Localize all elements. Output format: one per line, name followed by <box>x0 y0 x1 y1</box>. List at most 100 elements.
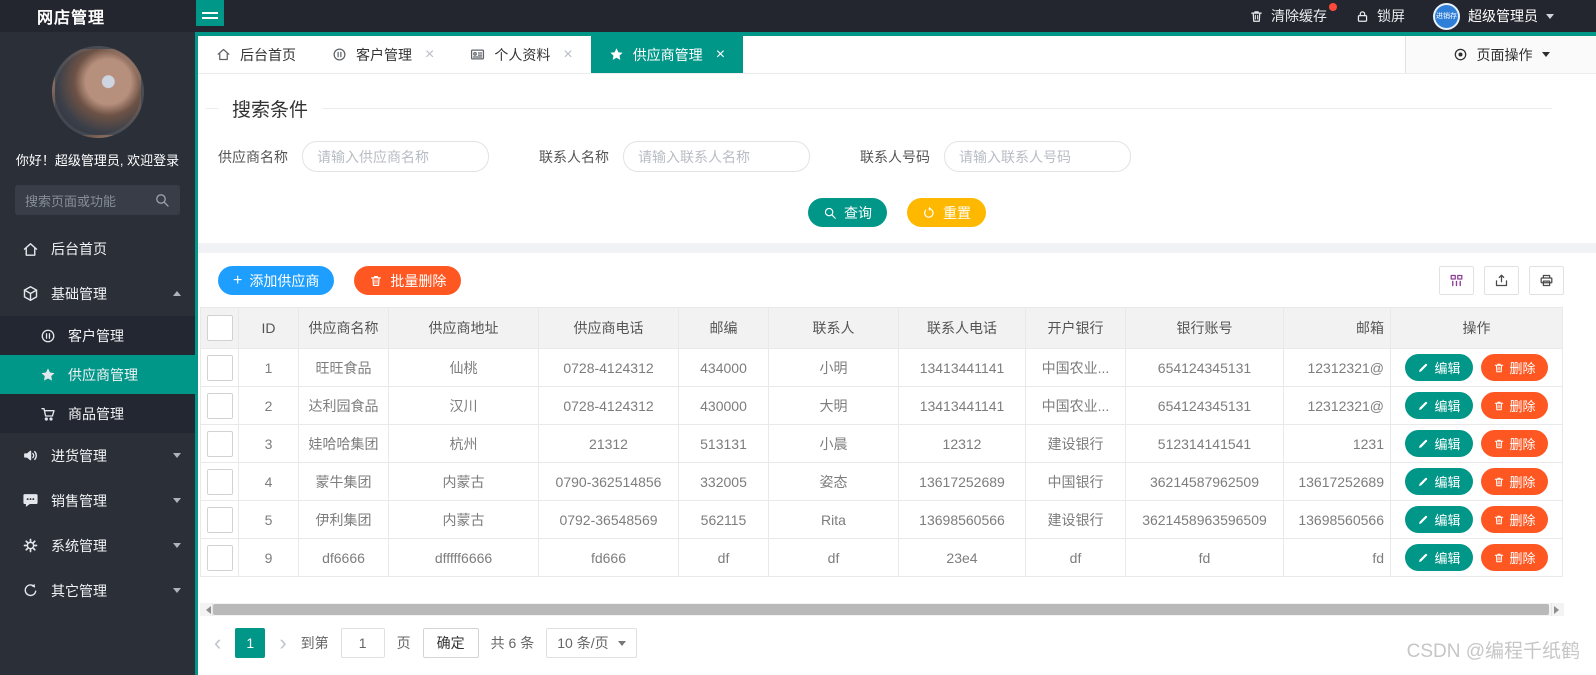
query-button[interactable]: 查询 <box>808 198 887 227</box>
sidebar-item-供应商管理[interactable]: 供应商管理 <box>0 355 195 394</box>
star-icon <box>609 47 624 62</box>
cell-contact: 小明 <box>768 348 899 387</box>
collapse-menu-button[interactable] <box>196 0 224 26</box>
tab-后台首页[interactable]: 后台首页 <box>198 36 314 73</box>
edit-button[interactable]: 编辑 <box>1405 430 1473 457</box>
tab-供应商管理[interactable]: 供应商管理 × <box>590 36 744 73</box>
scroll-left-arrow[interactable] <box>200 603 213 616</box>
sidebar-item-后台首页[interactable]: 后台首页 <box>0 227 195 271</box>
input-供应商名称[interactable] <box>302 141 489 172</box>
sidebar-item-其它管理[interactable]: 其它管理 <box>0 568 195 613</box>
row-checkbox[interactable] <box>206 544 233 571</box>
delete-button[interactable]: 删除 <box>1480 354 1548 381</box>
tab-客户管理[interactable]: 客户管理 × <box>314 36 452 73</box>
star-icon <box>40 367 56 383</box>
edit-button[interactable]: 编辑 <box>1405 392 1473 419</box>
cell-email: fd <box>1283 538 1391 577</box>
page-actions-menu[interactable]: 页面操作 <box>1405 36 1596 73</box>
scrollbar-thumb[interactable] <box>213 604 1549 615</box>
table-row: 1 旺旺食品 仙桃 0728-4124312 434000 小明 13413441141 中国… <box>200 348 1563 387</box>
cell-name: 娃哈哈集团 <box>298 424 389 463</box>
column-header: 供应商地址 <box>388 307 539 349</box>
close-icon[interactable]: × <box>425 46 434 64</box>
select-all-checkbox[interactable] <box>206 315 233 341</box>
cell-contact_phone: 13413441141 <box>898 348 1026 387</box>
cell-phone: 0728-4124312 <box>538 348 679 387</box>
prev-page-button[interactable]: ‹ <box>212 632 223 654</box>
goto-page-input[interactable] <box>340 628 385 658</box>
table-row: 2 达利园食品 汉川 0728-4124312 430000 大明 13413441141 中… <box>200 386 1563 425</box>
row-checkbox[interactable] <box>206 430 233 457</box>
delete-button[interactable]: 删除 <box>1480 430 1548 457</box>
sidebar-item-系统管理[interactable]: 系统管理 <box>0 523 195 568</box>
next-page-button[interactable]: › <box>277 632 288 654</box>
delete-button[interactable]: 删除 <box>1480 468 1548 495</box>
plus-icon: + <box>233 271 243 289</box>
filter-columns-icon <box>1449 273 1464 288</box>
tool-export-button[interactable] <box>1484 266 1519 295</box>
delete-button[interactable]: 删除 <box>1480 392 1548 419</box>
cell-actions: 编辑 删除 <box>1390 424 1563 463</box>
sidebar-item-客户管理[interactable]: 客户管理 <box>0 316 195 355</box>
delete-button[interactable]: 删除 <box>1480 506 1548 533</box>
field-联系人号码: 联系人号码 <box>860 141 1131 172</box>
pencil-icon <box>1417 362 1429 374</box>
confirm-page-button[interactable]: 确定 <box>422 628 479 658</box>
cell-address: 汉川 <box>388 386 539 425</box>
reset-button[interactable]: 重置 <box>907 198 986 227</box>
sidebar-item-基础管理[interactable]: 基础管理 <box>0 271 195 316</box>
sidebar-item-进货管理[interactable]: 进货管理 <box>0 433 195 478</box>
row-checkbox[interactable] <box>206 392 233 419</box>
clear-cache-button[interactable]: 清除缓存 <box>1249 3 1337 26</box>
total-count: 共 6 条 <box>490 635 535 651</box>
search-icon <box>154 192 170 208</box>
current-page-button[interactable]: 1 <box>235 628 266 658</box>
header-actions: 清除缓存 锁屏 进销存 超级管理员 <box>1249 2 1596 30</box>
batch-delete-button[interactable]: 批量删除 <box>354 266 462 295</box>
section-divider <box>198 243 1596 253</box>
tool-filter-columns-button[interactable] <box>1439 266 1474 295</box>
row-checkbox[interactable] <box>206 506 233 533</box>
close-icon[interactable]: × <box>716 46 725 64</box>
cell-bank: 建设银行 <box>1025 500 1126 539</box>
trash-icon <box>1249 9 1264 24</box>
idcard-icon <box>470 47 485 62</box>
delete-button[interactable]: 删除 <box>1480 544 1548 571</box>
cell-contact: df <box>768 538 899 577</box>
cell-address: 内蒙古 <box>388 500 539 539</box>
cell-bank: 建设银行 <box>1025 424 1126 463</box>
cell-email: 12312321@ <box>1283 348 1391 387</box>
lock-screen-button[interactable]: 锁屏 <box>1355 6 1405 26</box>
close-icon[interactable]: × <box>563 46 572 64</box>
edit-button[interactable]: 编辑 <box>1405 544 1473 571</box>
input-联系人名称[interactable] <box>623 141 810 172</box>
input-联系人号码[interactable] <box>944 141 1131 172</box>
cell-phone: 0728-4124312 <box>538 386 679 425</box>
sidebar-search-input[interactable]: 搜索页面或功能 <box>15 185 180 215</box>
sidebar-item-销售管理[interactable]: 销售管理 <box>0 478 195 523</box>
cell-email: 13698560566 <box>1283 500 1391 539</box>
cube-icon <box>22 285 39 302</box>
row-checkbox[interactable] <box>206 468 233 495</box>
table-row: 9 df6666 dfffff6666 fd666 df df 23e4 df fd fd 编辑 删除 <box>200 538 1563 577</box>
cell-contact: 小晨 <box>768 424 899 463</box>
row-checkbox[interactable] <box>206 354 233 381</box>
sidebar-item-商品管理[interactable]: 商品管理 <box>0 394 195 433</box>
page-size-select[interactable]: 10 条/页 <box>546 628 637 658</box>
user-menu[interactable]: 进销存 超级管理员 <box>1433 2 1554 30</box>
cell-actions: 编辑 删除 <box>1390 500 1563 539</box>
cell-name: 旺旺食品 <box>298 348 389 387</box>
goto-label: 到第 <box>300 635 329 651</box>
cell-phone: 21312 <box>538 424 679 463</box>
edit-button[interactable]: 编辑 <box>1405 506 1473 533</box>
add-supplier-button[interactable]: + 添加供应商 <box>218 266 335 295</box>
scroll-right-arrow[interactable] <box>1551 603 1564 616</box>
edit-button[interactable]: 编辑 <box>1405 354 1473 381</box>
tool-print-button[interactable] <box>1529 266 1564 295</box>
tab-个人资料[interactable]: 个人资料 × <box>452 36 590 73</box>
trash-icon <box>369 274 383 288</box>
column-header: 银行账号 <box>1125 307 1284 349</box>
cell-contact_phone: 23e4 <box>898 538 1026 577</box>
edit-button[interactable]: 编辑 <box>1405 468 1473 495</box>
cell-contact: 姿态 <box>768 462 899 501</box>
